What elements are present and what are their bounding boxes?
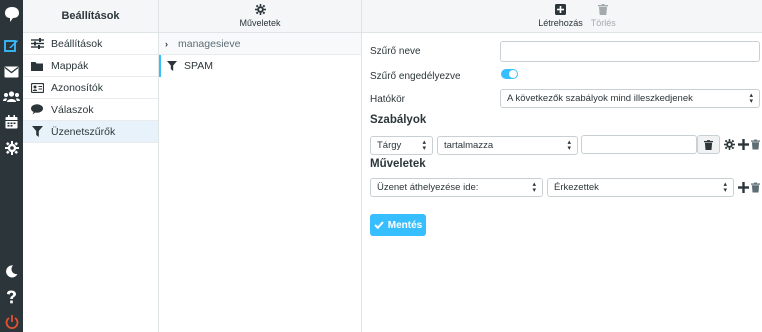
action-delete-button[interactable] xyxy=(751,182,760,193)
save-button[interactable]: Mentés xyxy=(370,214,426,236)
rules-heading: Szabályok xyxy=(370,114,427,126)
scope-label: Hatókör xyxy=(370,94,406,105)
rule-operator-value: tartalmazza xyxy=(444,140,494,151)
filter-name-input[interactable] xyxy=(500,41,760,62)
action-folder-select[interactable]: Érkezettek ▴ ▾ xyxy=(547,178,734,197)
trash-icon xyxy=(751,139,760,150)
filter-icon xyxy=(30,126,44,138)
rule-header-select[interactable]: Tárgy ▴ ▾ xyxy=(370,136,433,155)
select-arrows-icon: ▴ ▾ xyxy=(749,92,753,105)
rule-delete-button[interactable] xyxy=(751,139,760,150)
editor-toolbar: Létrehozás Törlés xyxy=(362,0,762,33)
filter-list-item[interactable]: SPAM xyxy=(159,55,361,77)
scope-select[interactable]: A következők szabályok mind illeszkedjen… xyxy=(500,89,760,108)
action-add-button[interactable] xyxy=(738,182,749,193)
settings-nav-label: Azonosítók xyxy=(51,81,103,94)
settings-nav-label: Válaszok xyxy=(51,103,94,116)
filter-enabled-toggle[interactable] xyxy=(501,69,518,79)
folder-icon xyxy=(30,60,44,72)
rule-target-input[interactable] xyxy=(581,135,697,154)
select-arrows-icon: ▴ ▾ xyxy=(723,181,727,194)
save-label: Mentés xyxy=(387,219,423,231)
filters-toolbar[interactable]: Műveletek xyxy=(159,0,361,33)
filter-enabled-label: Szűrő engedélyezve xyxy=(370,71,461,82)
chevron-right-icon: › xyxy=(165,38,168,49)
delete-label: Törlés xyxy=(590,18,616,28)
rule-clear-button[interactable] xyxy=(697,135,720,154)
mail-icon[interactable] xyxy=(3,63,20,80)
trash-icon xyxy=(704,139,713,150)
filter-name: SPAM xyxy=(184,60,213,72)
settings-nav-item-identities[interactable]: Azonosítók xyxy=(23,77,158,99)
settings-nav-label: Üzenetszűrők xyxy=(51,125,116,138)
logo-icon[interactable] xyxy=(3,6,20,23)
delete-button[interactable]: Törlés xyxy=(591,4,616,28)
app-rail xyxy=(0,0,23,332)
contacts-icon[interactable] xyxy=(3,88,20,105)
settings-nav-title: Beállítások xyxy=(23,0,158,33)
rule-header-value: Tárgy xyxy=(377,140,402,151)
plus-icon xyxy=(738,139,749,150)
settings-nav: Beállítások Beállítások Mappák Azonosító… xyxy=(23,0,159,332)
select-arrows-icon: ▴ ▾ xyxy=(422,139,426,152)
select-arrows-icon: ▴ ▾ xyxy=(567,139,571,152)
rule-add-button[interactable] xyxy=(738,139,749,150)
rule-operator-select[interactable]: tartalmazza ▴ ▾ xyxy=(437,136,578,155)
rule-advanced-button[interactable] xyxy=(724,139,735,150)
settings-icon[interactable] xyxy=(3,139,20,156)
plus-icon xyxy=(738,182,749,193)
create-button[interactable]: Létrehozás xyxy=(538,4,583,28)
filters-list-panel: Műveletek › managesieve SPAM xyxy=(159,0,362,332)
actions-menu-label: Műveletek xyxy=(239,18,281,28)
calendar-icon[interactable] xyxy=(3,113,20,130)
action-folder-value: Érkezettek xyxy=(554,182,599,193)
filter-editor: Létrehozás Törlés Szűrő neve Szűrő enged… xyxy=(362,0,762,332)
scope-select-value: A következők szabályok mind illeszkedjen… xyxy=(507,93,693,104)
trash-icon xyxy=(751,182,760,193)
select-arrows-icon: ▴ ▾ xyxy=(532,181,536,194)
settings-nav-label: Mappák xyxy=(51,59,89,72)
settings-nav-label: Beállítások xyxy=(51,37,103,50)
settings-nav-item-filters[interactable]: Üzenetszűrők xyxy=(23,121,158,143)
filter-set-row[interactable]: › managesieve xyxy=(159,33,361,55)
sliders-icon xyxy=(30,38,44,50)
action-type-value: Üzenet áthelyezése ide: xyxy=(377,182,479,193)
checkmark-icon xyxy=(374,221,384,229)
comment-icon xyxy=(30,104,44,116)
id-card-icon xyxy=(30,82,44,94)
help-icon[interactable] xyxy=(3,288,20,305)
gear-icon xyxy=(254,4,266,15)
actions-heading: Műveletek xyxy=(370,158,426,170)
settings-nav-item-responses[interactable]: Válaszok xyxy=(23,99,158,121)
filter-name-label: Szűrő neve xyxy=(370,46,421,57)
create-label: Létrehozás xyxy=(538,18,583,28)
logout-icon[interactable] xyxy=(3,313,20,330)
dark-mode-icon[interactable] xyxy=(3,263,20,280)
compose-icon[interactable] xyxy=(3,37,20,54)
plus-square-icon xyxy=(554,4,566,15)
filter-icon xyxy=(167,61,178,71)
trash-icon xyxy=(598,4,609,15)
settings-nav-item-folders[interactable]: Mappák xyxy=(23,55,158,77)
settings-nav-item-preferences[interactable]: Beállítások xyxy=(23,33,158,55)
gear-icon xyxy=(724,139,735,150)
action-type-select[interactable]: Üzenet áthelyezése ide: ▴ ▾ xyxy=(370,178,543,197)
filter-set-name: managesieve xyxy=(178,37,241,50)
